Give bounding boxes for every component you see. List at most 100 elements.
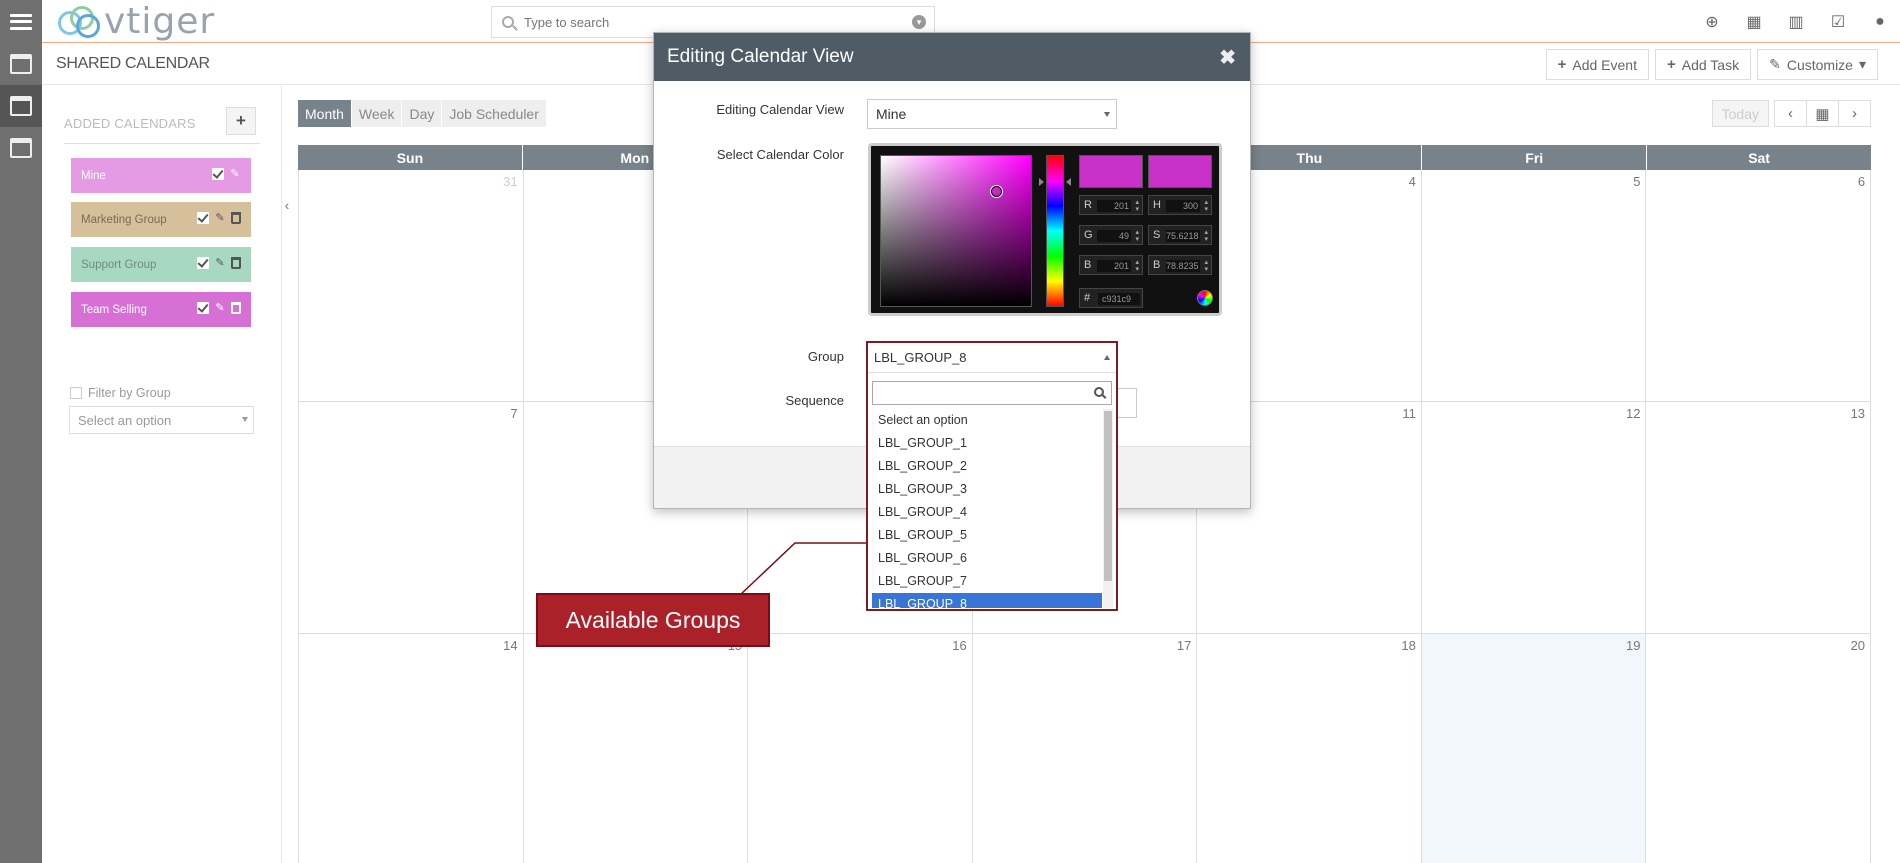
delete-icon[interactable]: [231, 257, 241, 269]
calendar-day-cell[interactable]: 13: [1646, 402, 1872, 633]
day-number: 18: [1401, 638, 1416, 653]
quick-create-icon[interactable]: ⊕: [1700, 12, 1724, 32]
view-tab-day[interactable]: Day: [402, 100, 443, 127]
search-input[interactable]: [524, 14, 904, 30]
group-search-input[interactable]: [873, 382, 1073, 404]
logo-mark-icon: [58, 5, 102, 39]
advanced-search-icon[interactable]: ▾: [912, 15, 926, 29]
calendar-day-cell[interactable]: 6: [1646, 170, 1872, 401]
calendar-item-marketing-group[interactable]: Marketing Group ✎: [71, 202, 251, 237]
calendar-view-value: Mine: [876, 106, 907, 122]
group-option[interactable]: LBL_GROUP_1: [872, 432, 1102, 455]
group-option[interactable]: LBL_GROUP_3: [872, 478, 1102, 501]
visible-checkbox-icon[interactable]: [197, 302, 209, 314]
calendar-day-cell[interactable]: 7: [298, 402, 524, 633]
date-picker-icon[interactable]: ▦: [1806, 100, 1839, 127]
view-tab-month[interactable]: Month: [298, 100, 352, 127]
delete-icon[interactable]: [231, 302, 241, 314]
day-number: 6: [1857, 174, 1866, 189]
vtiger-logo[interactable]: vtiger: [58, 4, 215, 40]
user-icon[interactable]: ●: [1868, 13, 1892, 31]
group-select-current[interactable]: LBL_GROUP_8: [868, 343, 1116, 373]
hue-field[interactable]: H 300 ▴ ▾: [1148, 195, 1212, 215]
calendar-sidebar: ADDED CALENDARS + Mine ✎ Marketing Group…: [42, 86, 282, 863]
brightness-label: B: [1153, 259, 1161, 271]
next-chevron-icon[interactable]: ›: [1838, 100, 1871, 127]
group-option[interactable]: LBL_GROUP_6: [872, 547, 1102, 570]
customize-button[interactable]: ✎ Customize ▾: [1757, 49, 1878, 80]
brightness-field[interactable]: B 78.8235 ▴ ▾: [1148, 255, 1212, 275]
rail-my-calendar[interactable]: [0, 43, 42, 85]
visible-checkbox-icon[interactable]: [212, 168, 224, 180]
collapse-sidebar-chevron-icon[interactable]: ‹: [280, 190, 294, 220]
hex-field[interactable]: # c931c9: [1079, 288, 1143, 308]
add-event-button[interactable]: + Add Event: [1545, 49, 1649, 80]
calendar-item-label: Mine: [81, 169, 106, 182]
dropdown-scrollbar[interactable]: [1103, 409, 1113, 608]
green-value: 49: [1097, 230, 1131, 242]
menu-button[interactable]: [0, 0, 42, 43]
calendar-day-cell[interactable]: 12: [1421, 402, 1647, 633]
today-button[interactable]: Today: [1711, 100, 1769, 127]
calendar-day-cell[interactable]: 5: [1421, 170, 1647, 401]
add-task-button[interactable]: + Add Task: [1654, 49, 1752, 80]
color-cursor[interactable]: [991, 186, 1002, 197]
calendar-day-cell[interactable]: 14: [298, 634, 524, 863]
close-icon[interactable]: ✖: [1219, 45, 1236, 70]
group-option[interactable]: Select an option: [872, 409, 1102, 432]
blue-field[interactable]: B 201 ▴ ▾: [1079, 255, 1143, 275]
calendar-day-cell[interactable]: 17: [972, 634, 1198, 863]
caret-down-icon: [242, 417, 248, 422]
filter-by-group[interactable]: Filter by Group: [70, 386, 171, 400]
edit-icon[interactable]: ✎: [214, 302, 226, 314]
red-field[interactable]: R 201 ▴ ▾: [1079, 195, 1143, 215]
calendar-item-support-group[interactable]: Support Group ✎: [71, 247, 251, 282]
calendar-item-mine[interactable]: Mine ✎: [71, 158, 251, 193]
calendar-day-cell[interactable]: 31: [298, 170, 524, 401]
caret-up-icon: [1104, 355, 1110, 360]
filter-checkbox[interactable]: [70, 387, 82, 399]
group-option[interactable]: LBL_GROUP_2: [872, 455, 1102, 478]
group-option[interactable]: LBL_GROUP_7: [872, 570, 1102, 593]
calendar-view-select[interactable]: Mine: [867, 99, 1117, 129]
saturation-field[interactable]: S 75.6218 ▴ ▾: [1148, 225, 1212, 245]
green-field[interactable]: G 49 ▴ ▾: [1079, 225, 1143, 245]
search-icon: [502, 16, 514, 28]
rail-shared-calendar[interactable]: [0, 85, 42, 127]
group-select[interactable]: LBL_GROUP_8 Select an option LBL_GROUP_1 L…: [866, 341, 1118, 611]
calendar-item-team-selling[interactable]: Team Selling ✎: [71, 292, 251, 327]
current-color-swatch[interactable]: [1148, 155, 1212, 188]
rail-list-calendar[interactable]: [0, 127, 42, 169]
calendar-day-cell[interactable]: 20: [1646, 634, 1872, 863]
saturation-value-area[interactable]: [880, 155, 1032, 307]
calendar-icon[interactable]: ▦: [1742, 12, 1766, 32]
edit-icon[interactable]: ✎: [229, 168, 241, 180]
edit-icon[interactable]: ✎: [214, 212, 226, 224]
tasks-icon[interactable]: ☑: [1826, 12, 1850, 32]
hue-slider[interactable]: [1039, 155, 1071, 307]
reports-icon[interactable]: ▥: [1784, 12, 1808, 32]
day-number: 7: [510, 406, 518, 421]
calendar-day-cell[interactable]: 18: [1197, 634, 1422, 863]
prev-chevron-icon[interactable]: ‹: [1774, 100, 1807, 127]
day-number: 5: [1633, 174, 1641, 189]
calendar-day-cell[interactable]: 15: [523, 634, 749, 863]
list-calendar-icon: [10, 138, 32, 158]
calendar-day-cell[interactable]: 19: [1421, 634, 1647, 863]
hex-value: c931c9: [1098, 293, 1140, 305]
add-calendar-button[interactable]: +: [226, 107, 256, 135]
group-options-list: Select an option LBL_GROUP_1 LBL_GROUP_2 LB…: [872, 409, 1102, 608]
view-tab-job-scheduler[interactable]: Job Scheduler: [442, 100, 547, 127]
group-option[interactable]: LBL_GROUP_8: [872, 593, 1102, 608]
edit-icon[interactable]: ✎: [214, 257, 226, 269]
visible-checkbox-icon[interactable]: [197, 212, 209, 224]
calendar-day-cell[interactable]: 16: [748, 634, 973, 863]
visible-checkbox-icon[interactable]: [197, 257, 209, 269]
group-option[interactable]: LBL_GROUP_4: [872, 501, 1102, 524]
color-wheel-icon[interactable]: [1197, 290, 1213, 306]
group-option[interactable]: LBL_GROUP_5: [872, 524, 1102, 547]
view-tab-week[interactable]: Week: [351, 100, 403, 127]
weekday-label: Sat: [1748, 149, 1770, 166]
delete-icon[interactable]: [231, 212, 241, 224]
group-filter-select[interactable]: Select an option: [69, 406, 254, 434]
